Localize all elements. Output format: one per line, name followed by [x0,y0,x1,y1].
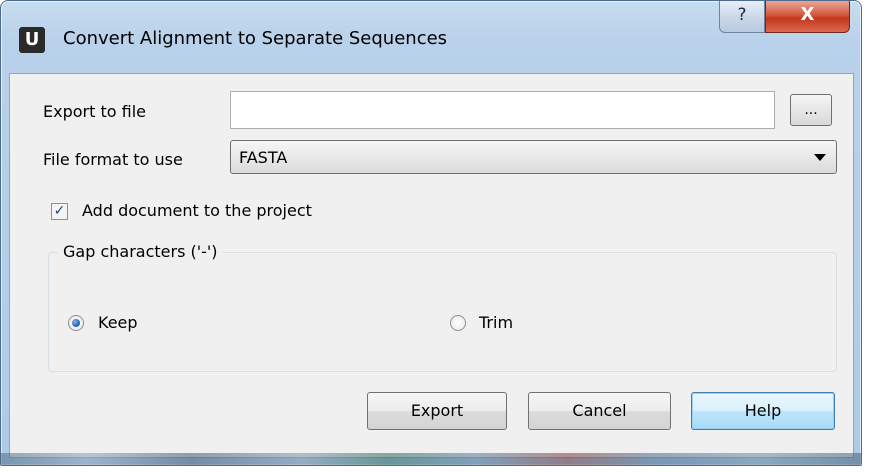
cancel-button[interactable]: Cancel [528,392,671,430]
radio-selected-dot [72,319,80,327]
file-format-label: File format to use [43,150,183,169]
gap-characters-group [48,252,837,372]
file-format-selected-value: FASTA [239,148,288,167]
keep-radio-label[interactable]: Keep [98,313,138,332]
help-titlebar-button[interactable]: ? [719,1,765,33]
dialog-window: U Convert Alignment to Separate Sequence… [0,0,862,466]
gap-characters-group-title: Gap characters ('-') [58,242,223,261]
export-file-path-input[interactable] [230,91,775,129]
question-mark-icon: ? [737,5,747,25]
trim-radio-button[interactable] [450,315,466,331]
file-format-select[interactable]: FASTA [230,140,837,174]
window-title: Convert Alignment to Separate Sequences [63,28,448,49]
add-to-project-label[interactable]: Add document to the project [82,201,312,220]
close-icon: X [800,4,815,25]
help-button[interactable]: Help [691,392,835,430]
add-to-project-checkbox[interactable]: ✓ [51,203,68,220]
keep-radio-button[interactable] [68,315,84,331]
export-button[interactable]: Export [367,392,507,430]
export-to-file-label: Export to file [43,102,146,121]
background-taskbar-strip [1,453,861,465]
trim-radio-label[interactable]: Trim [479,313,513,332]
ugene-app-icon: U [19,27,45,53]
dialog-content: Export to file ... File format to use FA… [9,73,854,458]
close-window-button[interactable]: X [765,1,850,33]
dropdown-arrow-icon [814,154,826,161]
title-bar[interactable]: U Convert Alignment to Separate Sequence… [1,1,861,73]
browse-file-button[interactable]: ... [790,94,832,126]
